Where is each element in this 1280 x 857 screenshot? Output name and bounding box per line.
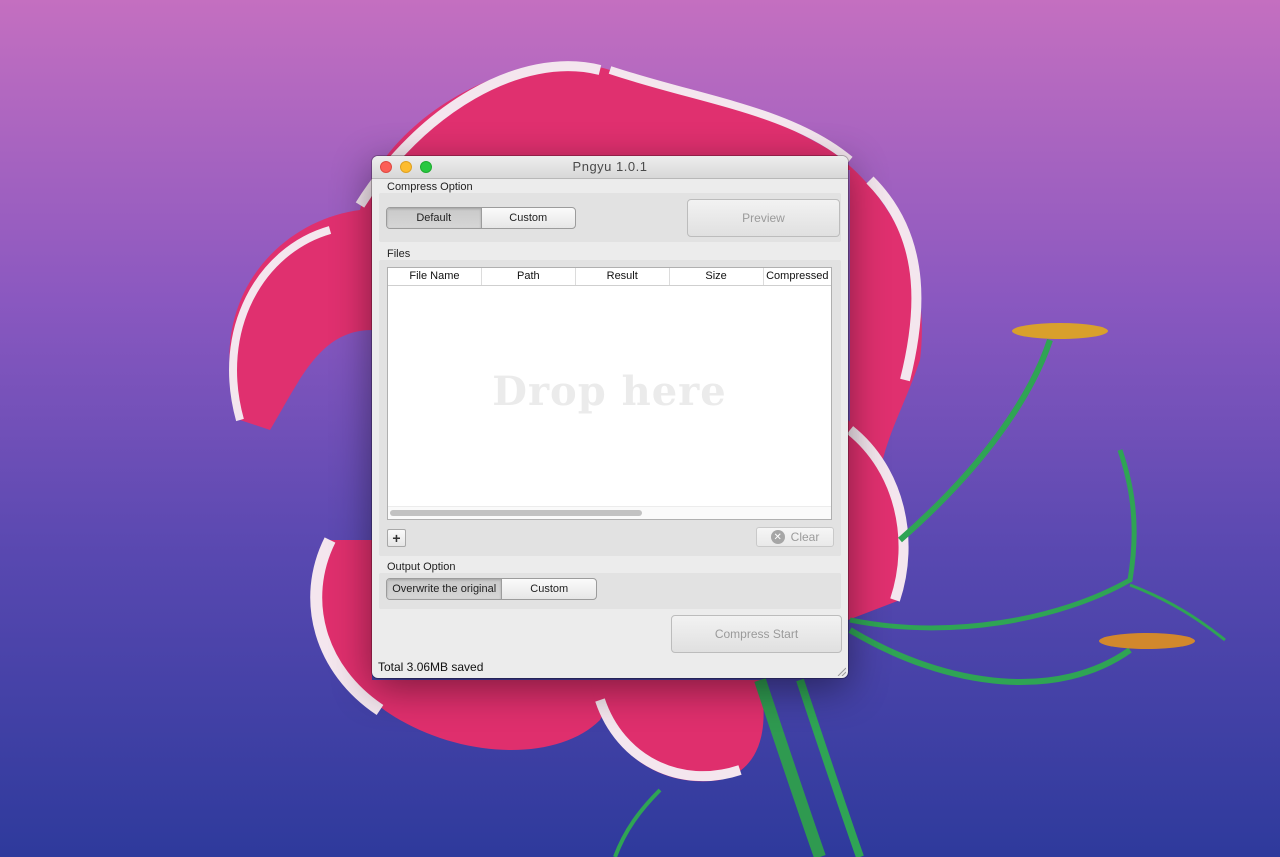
files-table[interactable]: File Name Path Result Size Compressed Dr…: [387, 267, 832, 520]
column-header-compressed[interactable]: Compressed: [764, 268, 831, 285]
column-header-path[interactable]: Path: [482, 268, 576, 285]
drop-here-hint: Drop here: [492, 368, 727, 415]
output-custom-button[interactable]: Custom: [501, 579, 596, 599]
column-header-result[interactable]: Result: [576, 268, 670, 285]
column-header-size[interactable]: Size: [670, 268, 764, 285]
compress-default-button[interactable]: Default: [387, 208, 481, 228]
files-table-header: File Name Path Result Size Compressed: [388, 268, 831, 286]
output-option-label: Output Option: [387, 561, 456, 573]
overwrite-original-button[interactable]: Overwrite the original: [387, 579, 502, 599]
desktop: Pngyu 1.0.1 Compress Option Default Cust…: [0, 0, 1280, 857]
clear-button[interactable]: ✕ Clear: [756, 527, 834, 547]
horizontal-scrollbar[interactable]: [388, 506, 831, 519]
horizontal-scrollbar-thumb[interactable]: [390, 510, 642, 516]
clear-x-icon: ✕: [770, 530, 785, 544]
compress-option-segmented-control: Default Custom: [386, 207, 576, 229]
compress-option-label: Compress Option: [387, 181, 473, 193]
clear-button-label: Clear: [790, 530, 820, 544]
pngyu-window: Pngyu 1.0.1 Compress Option Default Cust…: [372, 156, 848, 678]
status-text: Total 3.06MB saved: [378, 660, 484, 674]
title-bar[interactable]: Pngyu 1.0.1: [372, 156, 848, 179]
compress-start-button[interactable]: Compress Start: [671, 615, 842, 653]
compress-custom-button[interactable]: Custom: [480, 208, 576, 228]
files-label: Files: [387, 248, 411, 260]
output-option-segmented-control: Overwrite the original Custom: [386, 578, 597, 600]
add-file-button[interactable]: +: [387, 529, 406, 547]
preview-button[interactable]: Preview: [687, 199, 840, 237]
column-header-file-name[interactable]: File Name: [388, 268, 482, 285]
resize-grip-icon[interactable]: [836, 666, 846, 676]
window-title: Pngyu 1.0.1: [572, 159, 648, 174]
